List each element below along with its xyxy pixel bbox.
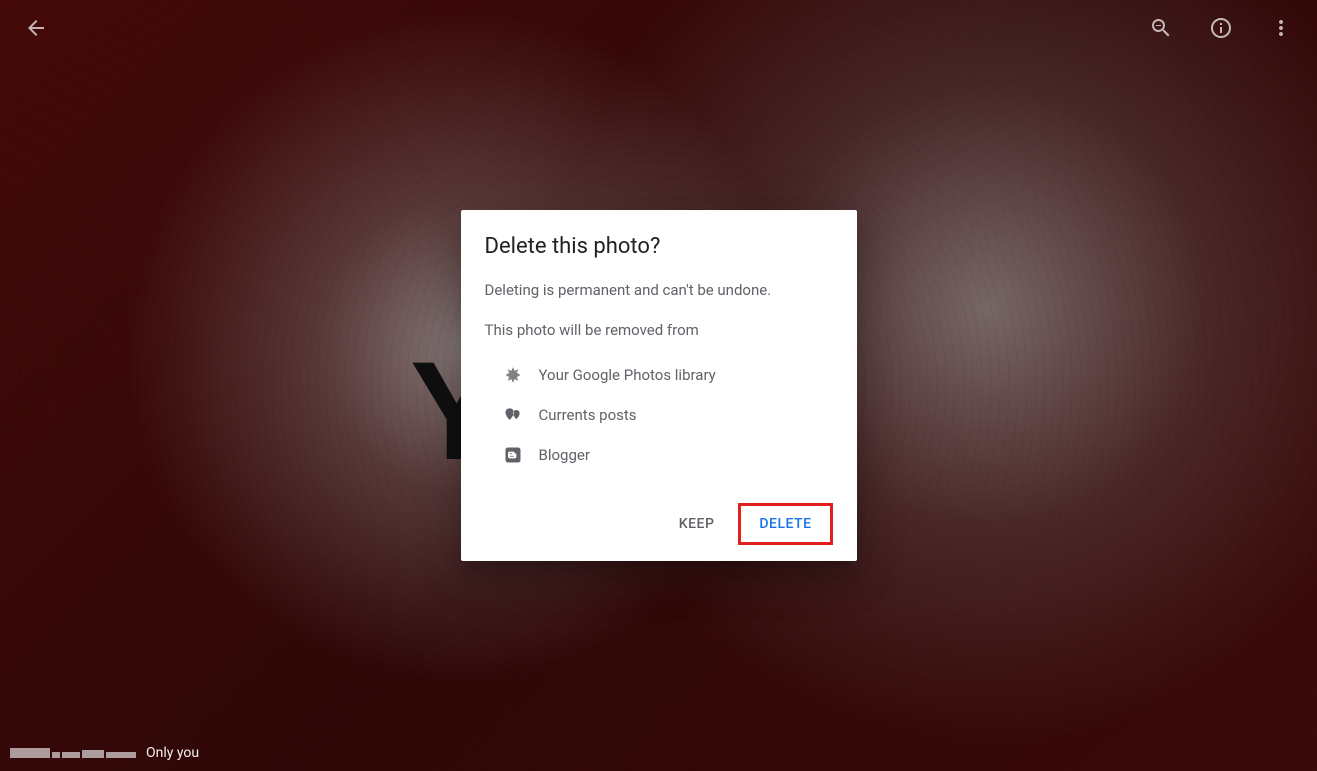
photo-viewer: Y Only you (0, 0, 1317, 771)
keep-button[interactable]: KEEP (663, 508, 731, 540)
delete-button[interactable]: DELETE (743, 508, 827, 540)
removal-item-label: Blogger (539, 446, 590, 464)
removal-item-label: Currents posts (539, 406, 637, 424)
dialog-removed-from-label: This photo will be removed from (485, 321, 833, 339)
removal-item-label: Your Google Photos library (539, 366, 716, 384)
dialog-actions: KEEP DELETE (485, 495, 833, 553)
google-photos-icon (503, 365, 523, 385)
annotation-highlight: DELETE (738, 503, 832, 545)
delete-confirmation-dialog: Delete this photo? Deleting is permanent… (461, 210, 857, 562)
currents-icon (503, 405, 523, 425)
removal-list: Your Google Photos library Currents post… (485, 355, 833, 475)
dialog-title: Delete this photo? (485, 234, 833, 259)
removal-item-blogger: Blogger (485, 435, 833, 475)
blogger-icon (503, 445, 523, 465)
dialog-warning-text: Deleting is permanent and can't be undon… (485, 279, 833, 302)
removal-item-currents: Currents posts (485, 395, 833, 435)
removal-item-photos: Your Google Photos library (485, 355, 833, 395)
dialog-backdrop[interactable]: Delete this photo? Deleting is permanent… (0, 0, 1317, 771)
